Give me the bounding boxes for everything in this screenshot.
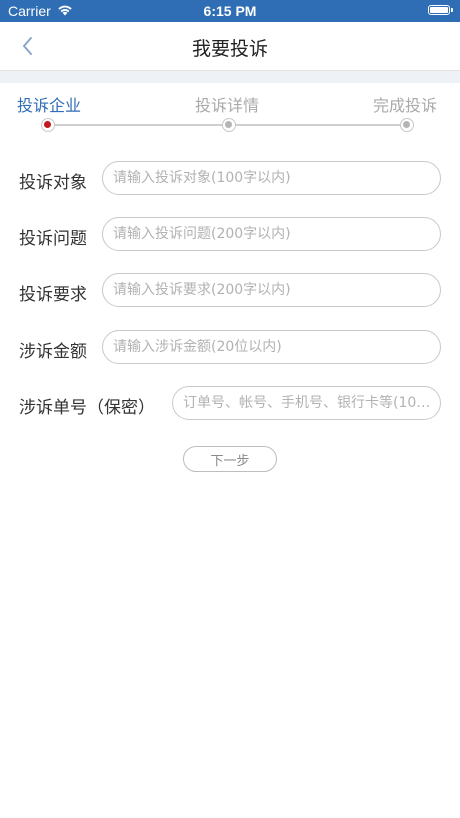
- form-row-demand: 投诉要求: [0, 273, 460, 309]
- form-row-target: 投诉对象: [0, 161, 460, 197]
- status-bar: Carrier 6:15 PM: [0, 0, 460, 22]
- demand-input[interactable]: [102, 273, 441, 307]
- progress-steps: 投诉企业 投诉详情 完成投诉: [0, 83, 460, 143]
- form-row-amount: 涉诉金额: [0, 330, 460, 366]
- target-label: 投诉对象: [19, 173, 87, 193]
- amount-label: 涉诉金额: [19, 342, 87, 362]
- header-divider: [0, 71, 460, 83]
- step-3-indicator: [400, 118, 414, 132]
- form-row-issue: 投诉问题: [0, 217, 460, 253]
- demand-label: 投诉要求: [19, 285, 87, 305]
- page-title: 我要投诉: [191, 38, 268, 60]
- issue-input[interactable]: [102, 217, 441, 251]
- amount-input[interactable]: [102, 330, 441, 364]
- next-step-button[interactable]: 下一步: [183, 446, 277, 472]
- order-number-input[interactable]: [172, 386, 441, 420]
- step-2-indicator: [222, 118, 236, 132]
- form-row-order: 涉诉单号（保密）: [0, 386, 460, 422]
- target-input[interactable]: [102, 161, 441, 195]
- step-3-label: 完成投诉: [373, 96, 438, 115]
- status-time: 6:15 PM: [203, 3, 257, 19]
- step-1-indicator: [41, 118, 55, 132]
- step-1-label: 投诉企业: [17, 96, 82, 115]
- order-label: 涉诉单号（保密）: [19, 398, 155, 418]
- navigation-bar: 我要投诉: [0, 22, 460, 71]
- battery-icon: [428, 5, 453, 15]
- issue-label: 投诉问题: [19, 229, 87, 249]
- step-2-label: 投诉详情: [195, 96, 260, 115]
